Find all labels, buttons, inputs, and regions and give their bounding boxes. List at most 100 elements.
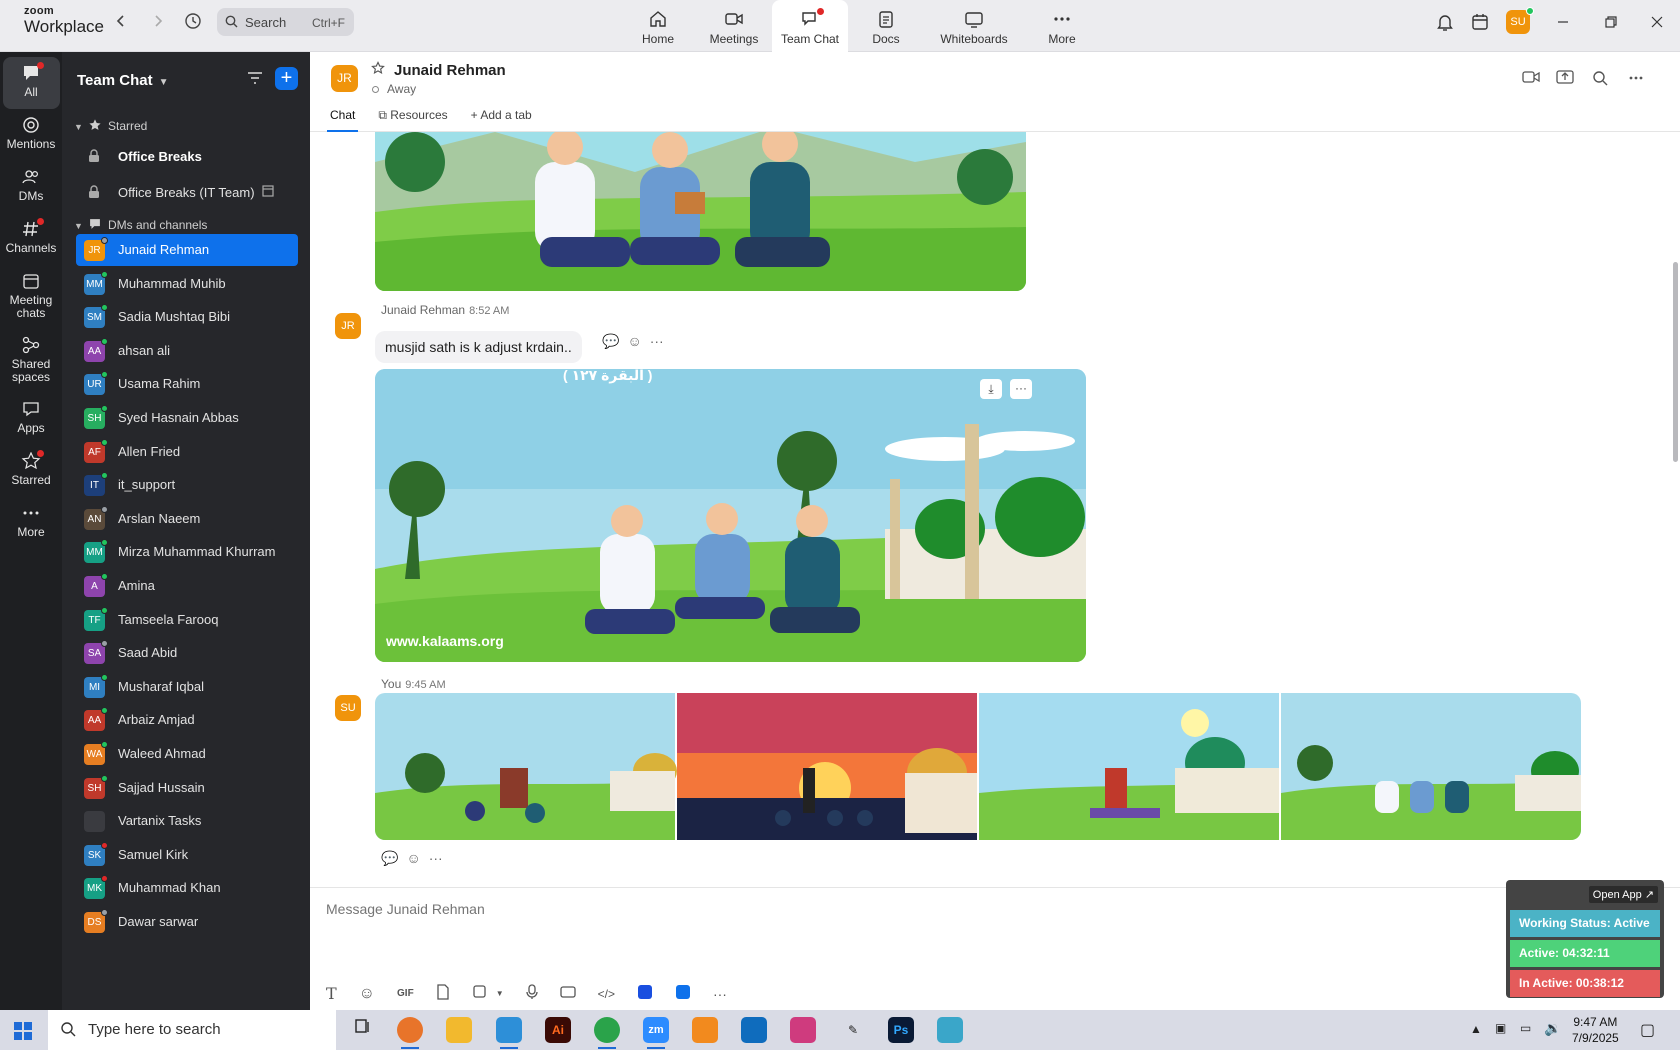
emoji-reaction-icon[interactable]: ☺: [406, 850, 420, 866]
gallery-image-2[interactable]: [677, 693, 977, 840]
gif-button[interactable]: GIF: [397, 988, 414, 999]
contact-item[interactable]: AN Arslan Naeem: [76, 503, 298, 535]
creative-cloud-icon[interactable]: [790, 1017, 816, 1043]
emoji-reaction-icon[interactable]: ☺: [627, 333, 641, 349]
taskbar-search[interactable]: Type here to search: [48, 1010, 336, 1050]
video-clip-icon[interactable]: [559, 985, 576, 1002]
image-attachment[interactable]: ( البقرة ١٢٧ ) www.kalaams.org ⤓ ···: [375, 369, 1086, 662]
rail-apps[interactable]: Apps: [0, 400, 62, 435]
task-view-icon[interactable]: [350, 1017, 376, 1043]
gallery-image-3[interactable]: [979, 693, 1279, 840]
code-icon[interactable]: </>: [598, 987, 615, 1001]
pen-tool-icon[interactable]: ✎: [840, 1017, 866, 1043]
search-box[interactable]: Search Ctrl+F: [217, 8, 354, 36]
system-clock[interactable]: 9:47 AM 7/9/2025: [1572, 1014, 1619, 1046]
download-icon[interactable]: ⤓: [980, 379, 1002, 399]
screenshot-icon[interactable]: [472, 984, 488, 1003]
more-icon[interactable]: ···: [429, 850, 443, 866]
emoji-icon[interactable]: ☺: [359, 985, 375, 1003]
chat-title[interactable]: Junaid Rehman: [394, 62, 506, 79]
rail-mentions[interactable]: Mentions: [0, 116, 62, 151]
rail-channels[interactable]: Channels: [0, 218, 62, 255]
more-icon[interactable]: ···: [650, 333, 664, 349]
tab-more[interactable]: More: [1024, 0, 1100, 52]
contact-item[interactable]: UR Usama Rahim: [76, 368, 298, 400]
contact-item[interactable]: SK Samuel Kirk: [76, 839, 298, 871]
back-arrow-icon[interactable]: [115, 14, 127, 33]
add-button[interactable]: +: [275, 67, 298, 90]
calendar-icon[interactable]: [1471, 12, 1489, 37]
outlook-icon[interactable]: [741, 1017, 767, 1043]
avatar[interactable]: JR: [335, 313, 361, 339]
open-app-button[interactable]: Open App ↗: [1588, 886, 1658, 903]
contact-item[interactable]: MM Muhammad Muhib: [76, 268, 298, 300]
contact-item[interactable]: AA Arbaiz Amjad: [76, 704, 298, 736]
tab-chat[interactable]: Chat: [326, 108, 359, 132]
rail-starred[interactable]: Starred: [0, 450, 62, 487]
gallery-image-1[interactable]: [375, 693, 677, 840]
bell-icon[interactable]: [1436, 12, 1454, 37]
video-call-icon[interactable]: [1522, 70, 1540, 89]
history-icon[interactable]: [184, 12, 202, 35]
contact-item[interactable]: TF Tamseela Farooq: [76, 604, 298, 636]
app-icon[interactable]: [937, 1017, 963, 1043]
sender-name[interactable]: Junaid Rehman: [381, 303, 465, 317]
rail-shared-spaces[interactable]: Shared spaces: [0, 336, 62, 384]
filter-icon[interactable]: [246, 70, 264, 91]
contact-item[interactable]: WA Waleed Ahmad: [76, 738, 298, 770]
more-icon[interactable]: ···: [713, 986, 727, 1002]
file-icon[interactable]: [436, 984, 450, 1003]
chevron-down-icon[interactable]: ▼: [496, 989, 504, 998]
contact-item[interactable]: SA Saad Abid: [76, 637, 298, 669]
contact-item[interactable]: MK Muhammad Khan: [76, 872, 298, 904]
contact-item[interactable]: IT it_support: [76, 469, 298, 501]
contact-item[interactable]: AA ahsan ali: [76, 335, 298, 367]
rail-more[interactable]: More: [0, 504, 62, 539]
message-bubble[interactable]: musjid sath is k adjust krdain..: [375, 331, 582, 363]
tab-docs[interactable]: Docs: [848, 0, 924, 52]
firefox-icon[interactable]: [397, 1017, 423, 1049]
panel-title[interactable]: Team Chat ▼: [77, 72, 168, 89]
starred-section-header[interactable]: ▼ Starred: [74, 118, 147, 133]
user-avatar[interactable]: SU: [1506, 7, 1534, 34]
tab-meetings[interactable]: Meetings: [696, 0, 772, 52]
illustrator-icon[interactable]: Ai: [545, 1017, 571, 1043]
mic-icon[interactable]: [525, 984, 538, 1003]
contact-item[interactable]: A Amina: [76, 570, 298, 602]
channel-office-breaks-it[interactable]: Office Breaks (IT Team): [76, 177, 298, 209]
minimize-icon[interactable]: [1556, 15, 1570, 34]
file-explorer-icon[interactable]: [446, 1017, 472, 1043]
contact-item[interactable]: SH Syed Hasnain Abbas: [76, 402, 298, 434]
contact-item[interactable]: MI Musharaf Iqbal: [76, 671, 298, 703]
contact-item[interactable]: DS Dawar sarwar: [76, 906, 298, 938]
zoom-icon[interactable]: zm: [643, 1017, 669, 1049]
close-icon[interactable]: [1650, 15, 1664, 34]
tab-whiteboards[interactable]: Whiteboards: [924, 0, 1024, 52]
scrollbar[interactable]: [1673, 262, 1678, 462]
channel-office-breaks[interactable]: Office Breaks: [76, 141, 298, 173]
notification-center-icon[interactable]: ▢: [1640, 1020, 1655, 1040]
more-options-icon[interactable]: [1628, 70, 1644, 91]
avatar[interactable]: SU: [335, 695, 361, 721]
chrome-icon[interactable]: [594, 1017, 620, 1049]
star-icon[interactable]: [371, 61, 385, 80]
contact-item[interactable]: SH Sajjad Hussain: [76, 772, 298, 804]
avatar[interactable]: JR: [331, 65, 358, 92]
dms-section-header[interactable]: ▼ DMs and channels: [74, 217, 207, 232]
xampp-icon[interactable]: [692, 1017, 718, 1043]
tab-resources[interactable]: ⧉ Resources: [378, 108, 447, 132]
share-screen-icon[interactable]: [1556, 70, 1574, 89]
more-icon[interactable]: ···: [1010, 379, 1032, 399]
rail-all[interactable]: All: [0, 57, 62, 109]
contact-item[interactable]: JR Junaid Rehman: [76, 234, 298, 266]
contact-item[interactable]: Vartanix Tasks: [76, 805, 298, 837]
restore-icon[interactable]: [1604, 15, 1618, 34]
contact-item[interactable]: MM Mirza Muhammad Khurram: [76, 536, 298, 568]
image-attachment[interactable]: [375, 132, 1026, 291]
tab-home[interactable]: Home: [620, 0, 696, 52]
app2-icon[interactable]: [675, 984, 691, 1003]
chevron-up-icon[interactable]: ▲: [1470, 1022, 1482, 1036]
volume-icon[interactable]: 🔉: [1544, 1020, 1561, 1037]
reply-icon[interactable]: 💬: [602, 333, 619, 349]
app-icon[interactable]: [637, 984, 653, 1003]
